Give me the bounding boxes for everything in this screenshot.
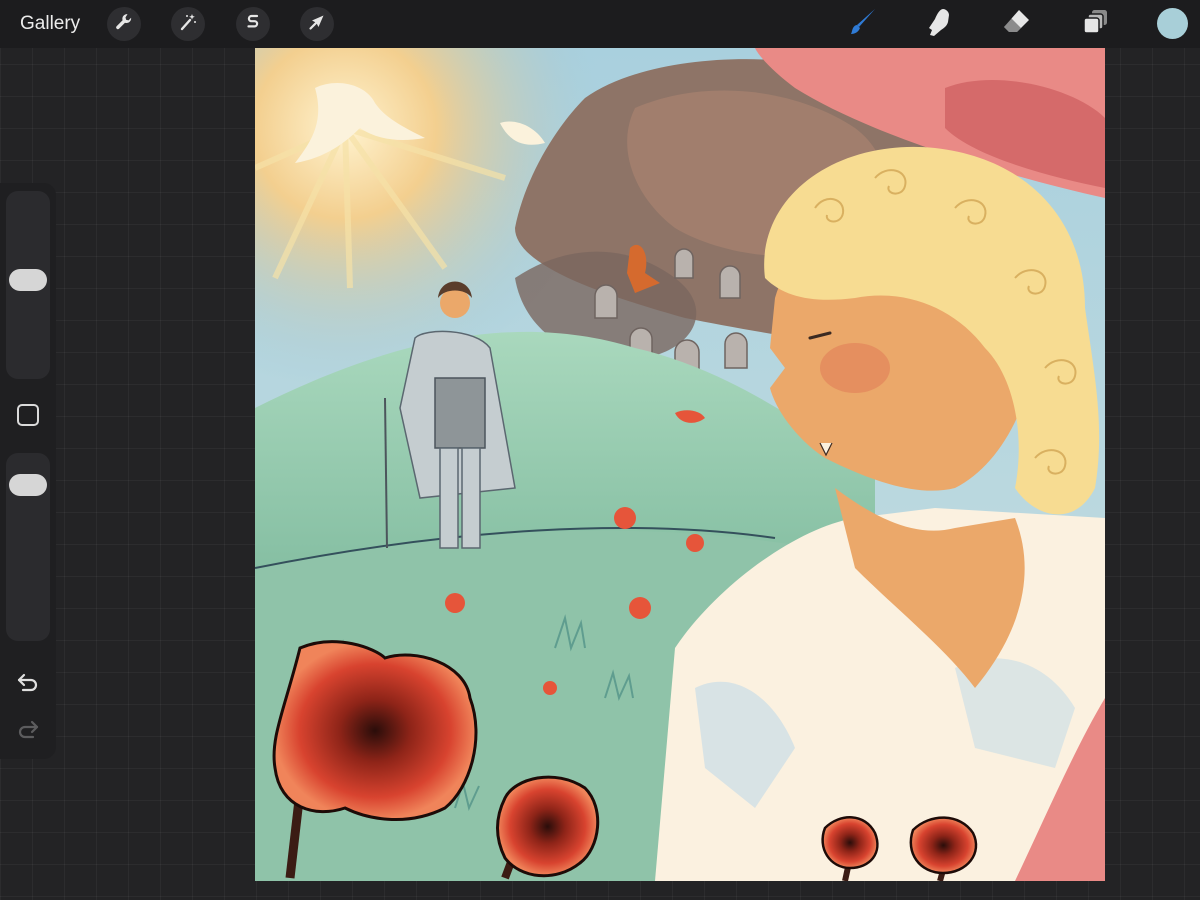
brush-icon	[847, 6, 879, 43]
brush-button[interactable]	[845, 6, 881, 42]
smudge-finger-icon	[922, 6, 954, 43]
color-picker-swatch[interactable]	[1157, 8, 1188, 39]
selection-s-icon	[243, 12, 263, 37]
magic-wand-icon	[178, 12, 198, 37]
opacity-thumb[interactable]	[9, 474, 47, 497]
undo-arrow-icon	[15, 669, 41, 700]
brush-size-thumb[interactable]	[9, 269, 47, 292]
eraser-button[interactable]	[998, 6, 1034, 42]
layers-button[interactable]	[1078, 6, 1114, 42]
cheek-blush	[820, 343, 890, 393]
arrow-cursor-icon	[307, 12, 327, 37]
left-sidebar	[0, 183, 56, 759]
actions-button[interactable]	[107, 7, 141, 41]
layers-icon	[1080, 6, 1112, 43]
wrench-icon	[114, 12, 134, 37]
square-outline-icon	[16, 403, 40, 432]
brush-size-slider[interactable]	[6, 191, 50, 379]
selection-button[interactable]	[236, 7, 270, 41]
top-toolbar: Gallery	[0, 0, 1200, 48]
undo-button[interactable]	[14, 670, 42, 698]
modify-button[interactable]	[16, 403, 40, 432]
opacity-slider[interactable]	[6, 453, 50, 641]
artwork	[255, 48, 1105, 881]
eraser-icon	[1000, 6, 1032, 43]
smudge-button[interactable]	[920, 6, 956, 42]
gallery-button[interactable]: Gallery	[20, 12, 80, 36]
transform-button[interactable]	[300, 7, 334, 41]
drawing-canvas[interactable]	[255, 48, 1105, 881]
redo-button[interactable]	[14, 717, 42, 745]
redo-arrow-icon	[15, 716, 41, 747]
adjustments-button[interactable]	[171, 7, 205, 41]
